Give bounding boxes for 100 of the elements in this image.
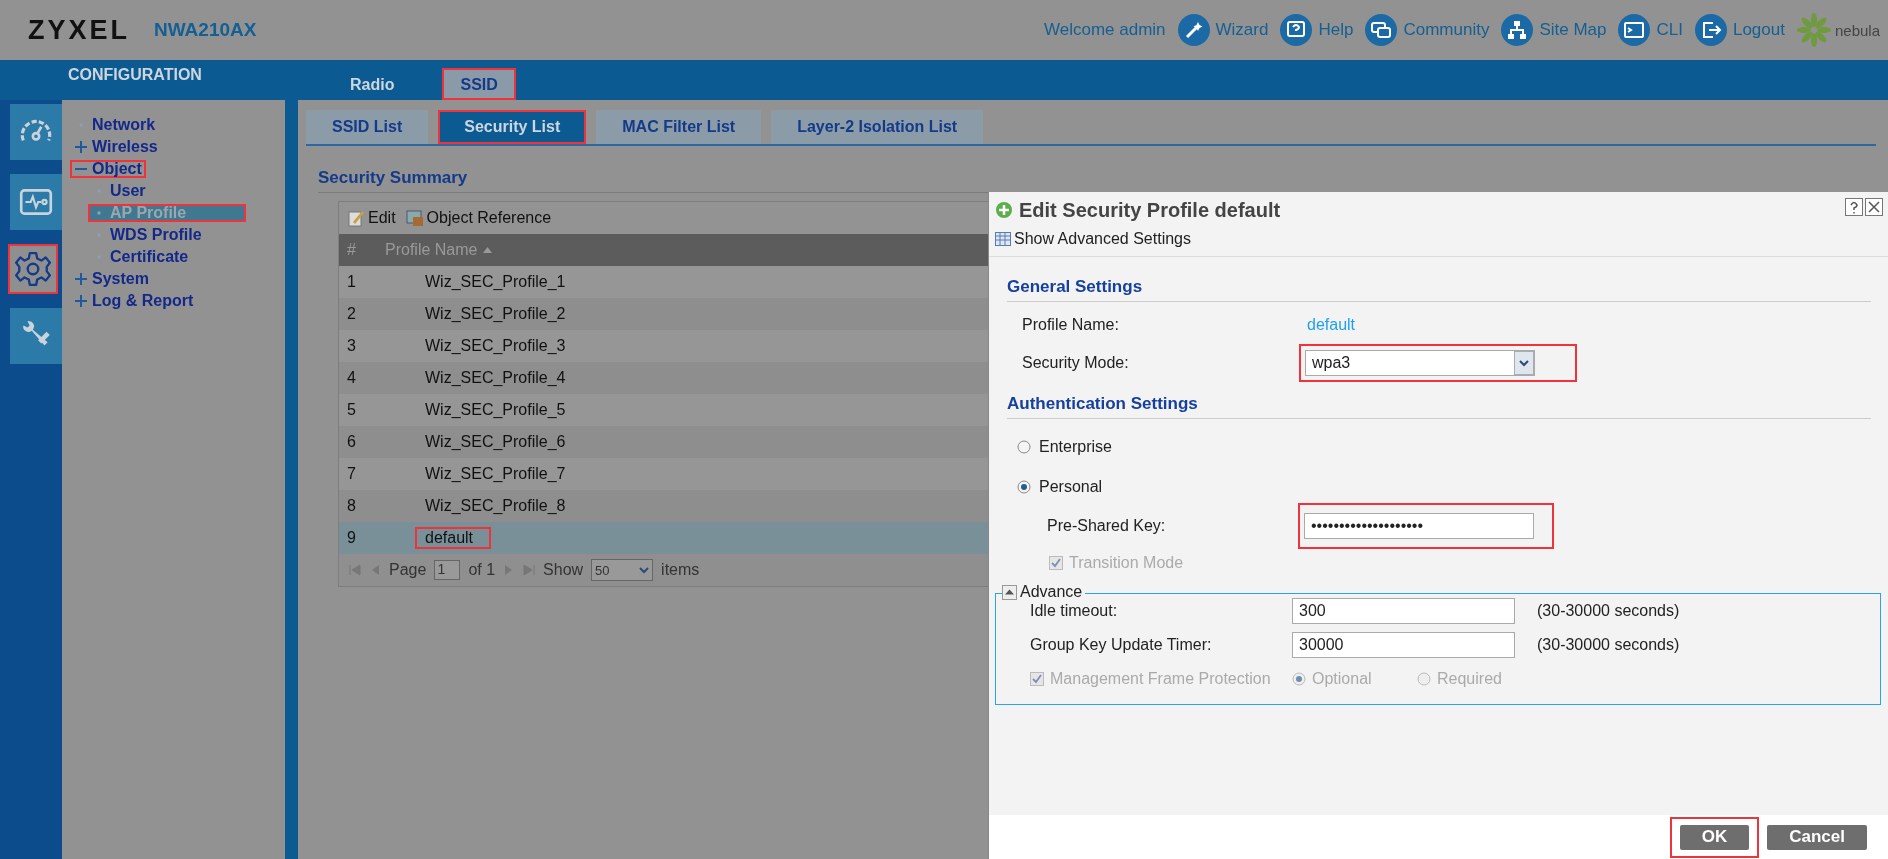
expand-icon[interactable]: [74, 140, 88, 154]
nav-item[interactable]: Object: [70, 160, 146, 178]
tab[interactable]: Radio: [332, 68, 413, 100]
first-page-icon[interactable]: [349, 564, 361, 576]
sidebar-tab[interactable]: [10, 308, 62, 364]
field-hint: (30-30000 seconds): [1537, 602, 1680, 620]
section-heading: Authentication Settings: [1007, 394, 1871, 419]
close-icon: [1866, 199, 1882, 215]
tab[interactable]: Layer-2 Isolation List: [771, 110, 984, 144]
input-field[interactable]: 300: [1292, 598, 1515, 624]
dialog-title: Edit Security Profile default: [1019, 198, 1281, 222]
nav-item[interactable]: User: [88, 182, 150, 200]
field-value: default: [1307, 316, 1356, 334]
password-field[interactable]: ••••••••••••••••••••: [1304, 513, 1534, 539]
table-cell-text: Wiz_SEC_Profile_1: [424, 272, 567, 292]
table-cell-text: 7: [346, 465, 357, 483]
model-name: NWA210AX: [154, 19, 257, 41]
table-icon: [995, 232, 1011, 246]
table-cell-text: 6: [346, 433, 357, 451]
table-cell-text: 1: [346, 273, 357, 291]
field-hint: (30-30000 seconds): [1537, 636, 1680, 654]
tab[interactable]: MAC Filter List: [596, 110, 762, 144]
tab[interactable]: Security List: [438, 110, 587, 144]
help-icon: [1280, 14, 1313, 46]
table-cell-text: Wiz_SEC_Profile_3: [424, 336, 567, 356]
table-cell-text: 2: [346, 305, 357, 323]
fieldset-legend: Advance: [1020, 583, 1083, 601]
edit-icon: [347, 209, 365, 227]
table-cell-text: 3: [346, 337, 357, 355]
page-count: of 1: [468, 561, 496, 579]
expand-icon[interactable]: [74, 294, 88, 308]
nav-item[interactable]: WDS Profile: [88, 226, 206, 244]
toolbar-button[interactable]: Object Reference: [405, 209, 552, 227]
radio-button[interactable]: [1017, 440, 1031, 454]
security-mode-select[interactable]: wpa3: [1305, 350, 1535, 376]
add-icon: [995, 201, 1013, 219]
advanced-settings-link[interactable]: Show Advanced Settings: [995, 230, 1191, 248]
table-cell-text: 9: [346, 529, 357, 547]
nav-item[interactable]: System: [70, 270, 153, 288]
sidebar-tab[interactable]: [10, 174, 62, 230]
table-cell-text: 8: [346, 497, 357, 515]
sidebar-tab[interactable]: [10, 104, 62, 160]
terminal-icon: [1618, 14, 1651, 46]
radio-label: Required: [1437, 670, 1502, 688]
column-header: #: [346, 241, 357, 259]
tab[interactable]: SSID: [442, 68, 516, 100]
bullet-icon: [96, 254, 102, 260]
window-icon: [405, 209, 424, 227]
settings-icon: [14, 250, 52, 288]
bullet-icon: [96, 188, 102, 194]
nav-item[interactable]: Log & Report: [70, 292, 198, 310]
brand-name: nebula: [1834, 21, 1880, 39]
logo-icon: [1796, 13, 1831, 47]
last-page-icon[interactable]: [523, 564, 536, 576]
tab[interactable]: SSID List: [306, 110, 429, 144]
caret-icon: [1514, 351, 1534, 375]
table-cell-text: Wiz_SEC_Profile_2: [424, 304, 567, 324]
chat-icon: [1365, 14, 1398, 46]
toolbar-button[interactable]: Edit: [347, 209, 396, 227]
checkbox-label: Transition Mode: [1069, 554, 1184, 572]
bullet-icon: [78, 122, 84, 128]
sitemap-icon: [1501, 14, 1534, 46]
table-cell-text: 5: [346, 401, 357, 419]
dialog-button[interactable]: OK: [1679, 824, 1750, 850]
bullet-icon: [96, 232, 102, 238]
logout-icon: [1694, 14, 1727, 46]
dialog-button[interactable]: Cancel: [1767, 824, 1867, 850]
column-header[interactable]: Profile Name: [385, 241, 478, 259]
field-label: Idle timeout:: [1030, 602, 1119, 620]
page-size-select[interactable]: 50: [591, 559, 654, 581]
expand-icon[interactable]: [74, 272, 88, 286]
page-label: Page: [389, 561, 427, 579]
bullet-icon: [96, 210, 102, 216]
collapse-button[interactable]: [1002, 584, 1017, 600]
radio-label: Optional: [1312, 670, 1372, 688]
close-button[interactable]: [1865, 198, 1883, 216]
sidebar-tab[interactable]: [8, 244, 58, 294]
logo: ZYXEL: [28, 14, 130, 46]
table-cell: default: [415, 527, 492, 549]
caret-up-icon: [1005, 589, 1014, 595]
sort-icon: [483, 247, 493, 253]
checkbox-label: Management Frame Protection: [1050, 670, 1271, 688]
welcome-text: Welcome admin: [1043, 20, 1166, 40]
section-heading: General Settings: [1007, 277, 1871, 302]
table-cell-text: Wiz_SEC_Profile_5: [424, 400, 567, 420]
wand-icon: [1177, 14, 1210, 46]
table-cell-text: Wiz_SEC_Profile_8: [424, 496, 567, 516]
input-field[interactable]: 30000: [1292, 632, 1515, 658]
field-label: Group Key Update Timer:: [1030, 636, 1213, 654]
nav-item[interactable]: Network: [70, 116, 160, 134]
table-cell-text: Wiz_SEC_Profile_7: [424, 464, 567, 484]
nav-item[interactable]: Wireless: [70, 138, 162, 156]
nav-item[interactable]: Certificate: [88, 248, 193, 266]
table-cell-text: Wiz_SEC_Profile_4: [424, 368, 567, 388]
radio-button[interactable]: [1017, 480, 1031, 494]
help-button[interactable]: [1845, 198, 1863, 216]
section-title: CONFIGURATION: [67, 66, 203, 85]
show-label: Show: [543, 561, 584, 579]
table-cell-text: 4: [346, 369, 357, 387]
page-field[interactable]: 1: [434, 560, 461, 580]
